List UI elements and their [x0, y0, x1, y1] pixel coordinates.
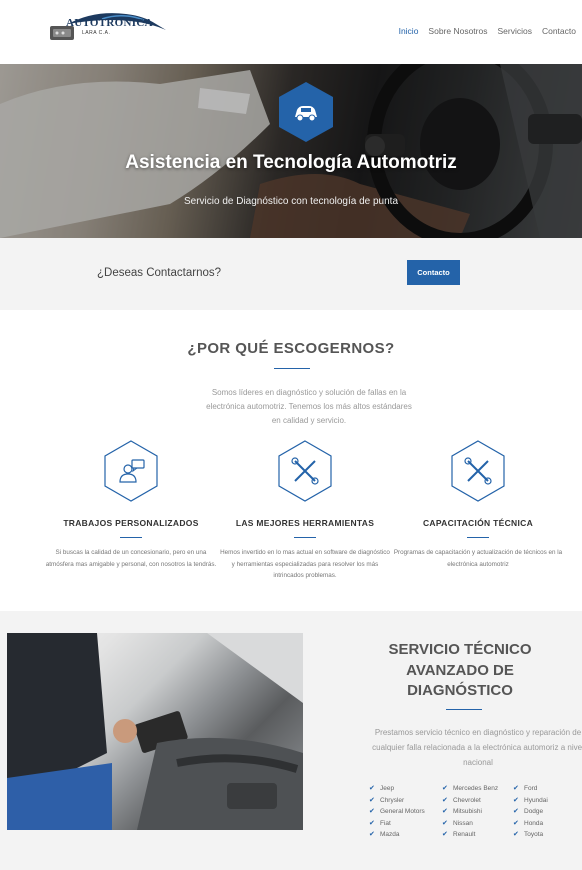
check-icon: ✔	[369, 819, 375, 827]
main-nav: Inicio Sobre Nosotros Servicios Contacto	[399, 26, 576, 36]
feature-card: TRABAJOS PERSONALIZADOS Si buscas la cal…	[45, 440, 217, 570]
feature-card: CAPACITACIÓN TÉCNICA Programas de capaci…	[392, 440, 564, 570]
mechanic-photo	[7, 633, 303, 830]
service-text: Prestamos servicio técnico en diagnóstic…	[372, 728, 582, 767]
contact-button[interactable]: Contacto	[407, 260, 460, 285]
hero-subtitle: Servicio de Diagnóstico con tecnología d…	[183, 196, 399, 207]
check-icon: ✔	[369, 831, 375, 839]
check-icon: ✔	[513, 785, 519, 792]
brand-item: ✔ Fiat	[369, 818, 439, 830]
brand-item: ✔ Jeep	[369, 783, 439, 795]
check-icon: ✔	[513, 808, 519, 816]
feature-title: LAS MEJORES HERRAMIENTAS	[235, 518, 375, 528]
section-divider	[446, 709, 482, 710]
brand-list: ✔ Mercedes Benz ✔ Chevrolet ✔ Mitsubishi ✔ N…	[442, 783, 512, 841]
service-section: SERVICIO TÉCNICO AVANZADO DE DIAGNÓSTICO…	[0, 611, 582, 870]
feature-text: Si buscas la calidad de un concesionario…	[45, 549, 217, 568]
check-icon: ✔	[442, 785, 448, 792]
check-icon: ✔	[513, 796, 519, 804]
brand-item: ✔ General Motors	[369, 806, 439, 818]
tools-icon	[451, 440, 505, 502]
feature-divider	[120, 537, 142, 538]
brand-list: ✔ Ford ✔ Hyundai ✔ Dodge ✔ Honda ✔ Toyota	[513, 783, 582, 841]
check-icon: ✔	[513, 819, 519, 827]
feature-card: LAS MEJORES HERRAMIENTAS Hemos invertido…	[219, 440, 391, 582]
contact-cta-band: ¿Deseas Contactarnos? Contacto	[0, 238, 582, 310]
service-title: SERVICIO TÉCNICO AVANZADO DE DIAGNÓSTICO	[388, 641, 532, 699]
car-hexagon-icon	[279, 82, 333, 142]
brand-item: ✔ Chevrolet	[442, 795, 512, 807]
nav-item-sobre-nosotros[interactable]: Sobre Nosotros	[428, 26, 487, 36]
brand-item: ✔ Toyota	[513, 829, 582, 841]
mechanic-photo-illustration	[7, 633, 303, 830]
brand-item: ✔ Chrysler	[369, 795, 439, 807]
brand-item: ✔ Nissan	[442, 818, 512, 830]
brand-item: ✔ Honda	[513, 818, 582, 830]
brand-list: ✔ Jeep ✔ Chrysler ✔ General Motors ✔ Fiat ✔ M…	[369, 783, 439, 841]
check-icon: ✔	[369, 808, 375, 816]
feature-text: Programas de capacitación y actualizació…	[393, 549, 563, 568]
customer-support-icon	[104, 440, 158, 502]
brand-item: ✔ Ford	[513, 783, 582, 795]
check-icon: ✔	[513, 831, 519, 839]
hero-banner: Asistencia en Tecnología Automotriz Serv…	[0, 64, 582, 238]
section-divider	[274, 368, 310, 369]
nav-item-inicio[interactable]: Inicio	[399, 26, 419, 36]
feature-title: CAPACITACIÓN TÉCNICA	[422, 518, 534, 528]
check-icon: ✔	[442, 819, 448, 827]
feature-divider	[467, 537, 489, 538]
brand-name: AUTOTRÓNICA	[66, 17, 153, 29]
brand-item: ✔ Mercedes Benz	[442, 783, 512, 795]
check-icon: ✔	[369, 785, 375, 792]
nav-item-servicios[interactable]: Servicios	[497, 26, 531, 36]
nav-item-contacto[interactable]: Contacto	[542, 26, 576, 36]
check-icon: ✔	[442, 808, 448, 816]
brand-sub: LARA C.A.	[82, 30, 111, 36]
brand-item: ✔ Hyundai	[513, 795, 582, 807]
why-section-title: ¿POR QUÉ ESCOGERNOS?	[187, 340, 395, 357]
brand-item: ✔ Renault	[442, 829, 512, 841]
feature-divider	[294, 537, 316, 538]
feature-text: Hemos invertido en lo mas actual en soft…	[220, 549, 390, 579]
brand-item: ✔ Mitsubishi	[442, 806, 512, 818]
site-header: AUTOTRÓNICA LARA C.A. Inicio Sobre Nosot…	[0, 0, 582, 64]
why-intro-text: Somos líderes en diagnóstico y solución …	[206, 388, 412, 425]
check-icon: ✔	[369, 796, 375, 804]
tools-icon	[278, 440, 332, 502]
cta-text: ¿Deseas Contactarnos?	[97, 267, 222, 279]
brand-item: ✔ Dodge	[513, 806, 582, 818]
check-icon: ✔	[442, 831, 448, 839]
hero-title: Asistencia en Tecnología Automotriz	[125, 152, 457, 173]
feature-title: TRABAJOS PERSONALIZADOS	[63, 518, 199, 528]
brand-item: ✔ Mazda	[369, 829, 439, 841]
check-icon: ✔	[442, 796, 448, 804]
